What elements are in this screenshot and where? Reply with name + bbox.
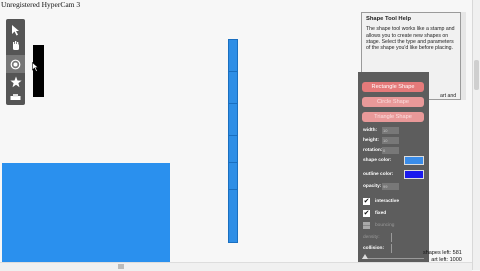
- stamp-icon: [10, 94, 21, 100]
- collision-label: collision:: [363, 246, 385, 251]
- mouse-cursor-icon: [32, 62, 39, 72]
- height-input[interactable]: 10: [382, 137, 399, 144]
- density-label: density:: [363, 235, 380, 240]
- help-continued-text: art and: [440, 93, 457, 99]
- width-input[interactable]: 10: [382, 127, 399, 134]
- blue-rectangle-shape[interactable]: [2, 163, 170, 270]
- rotation-input[interactable]: 0: [382, 147, 399, 154]
- tool-palette: [6, 19, 25, 105]
- interactive-checkbox[interactable]: ✔: [363, 198, 370, 205]
- shape-properties-panel: Rectangle Shape Circle Shape Triangle Sh…: [358, 72, 429, 268]
- opacity-input[interactable]: 99: [382, 183, 399, 190]
- interactive-label: interactive: [375, 199, 399, 204]
- height-label: height:: [363, 138, 379, 143]
- blue-box[interactable]: [228, 162, 238, 190]
- help-body-text: The shape tool works like a stamp and al…: [366, 26, 455, 52]
- outline-color-swatch[interactable]: [404, 170, 424, 179]
- triangle-shape-button[interactable]: Triangle Shape: [362, 112, 424, 122]
- help-title: Shape Tool Help: [366, 16, 411, 22]
- width-label: width:: [363, 128, 378, 133]
- target-circle-icon: [10, 59, 21, 69]
- shape-color-swatch[interactable]: [404, 156, 424, 165]
- fixed-checkbox[interactable]: ✔: [363, 210, 370, 217]
- star-icon: [9, 76, 22, 88]
- blue-box[interactable]: [228, 189, 238, 243]
- collision-slider[interactable]: [391, 244, 392, 253]
- blue-box[interactable]: [228, 103, 238, 136]
- bouncing-checkbox[interactable]: —: [363, 222, 370, 229]
- bouncing-label: bouncing: [375, 223, 395, 228]
- panel-bottom-slider-track: [362, 258, 424, 259]
- blue-box[interactable]: [228, 39, 238, 72]
- hand-icon: [12, 41, 19, 50]
- cursor-arrow-icon: [12, 24, 19, 35]
- help-scrollbar[interactable]: [461, 12, 466, 100]
- circle-shape-button[interactable]: Circle Shape: [362, 97, 424, 107]
- shapes-left-text: shapes left: 581: [423, 250, 462, 256]
- blue-box-stack: [228, 39, 239, 243]
- blue-box[interactable]: [228, 71, 238, 104]
- hand-tool[interactable]: [6, 37, 25, 55]
- density-slider[interactable]: [391, 233, 392, 242]
- shape-tool[interactable]: [6, 55, 25, 73]
- opacity-label: opacity:: [363, 184, 382, 189]
- fixed-label: fixed: [375, 211, 387, 216]
- shape-color-label: shape color:: [363, 158, 392, 163]
- outline-color-label: outline color:: [363, 172, 394, 177]
- vertical-scrollbar-thumb[interactable]: [474, 60, 479, 90]
- stamp-tool[interactable]: [6, 89, 25, 107]
- horizontal-scrollbar-thumb[interactable]: [118, 264, 124, 269]
- rectangle-shape-button[interactable]: Rectangle Shape: [362, 82, 424, 92]
- vertical-scrollbar[interactable]: [472, 0, 480, 270]
- recorder-watermark: Unregistered HyperCam 3: [1, 0, 81, 9]
- rotation-label: rotation:: [363, 148, 383, 153]
- panel-bottom-slider-knob[interactable]: [362, 254, 368, 259]
